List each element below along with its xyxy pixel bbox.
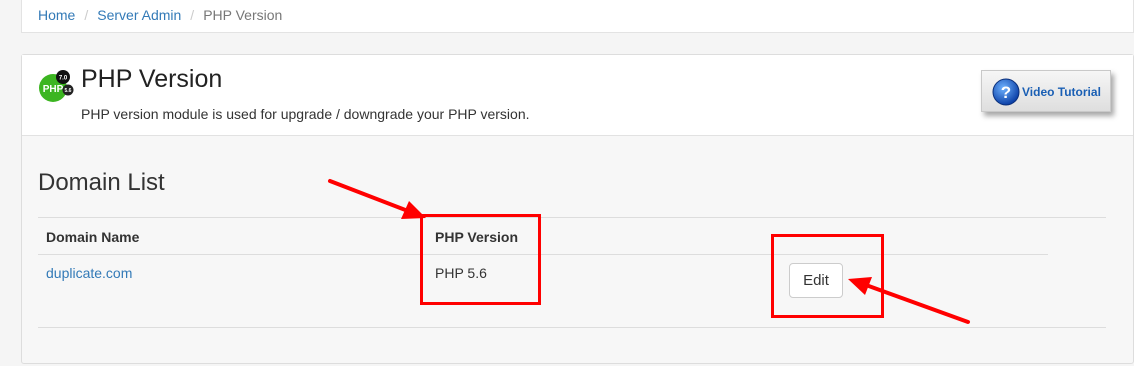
table-bottom-divider bbox=[38, 327, 1106, 328]
highlight-box-edit bbox=[771, 234, 884, 318]
php-version-panel: PHP 7.0 5.6 PHP Version PHP version modu… bbox=[21, 54, 1134, 364]
php-logo-icon: PHP 7.0 5.6 bbox=[39, 70, 74, 102]
column-header-domain-name: Domain Name bbox=[46, 229, 140, 245]
php-logo-text: PHP bbox=[43, 84, 64, 95]
page-description: PHP version module is used for upgrade /… bbox=[81, 106, 530, 122]
highlight-box-php-version bbox=[420, 214, 541, 305]
php-logo-badge-top: 7.0 bbox=[59, 76, 68, 82]
page-title: PHP Version bbox=[81, 65, 223, 93]
breadcrumb-separator: / bbox=[190, 7, 195, 23]
domain-list-title: Domain List bbox=[38, 169, 165, 196]
domain-link[interactable]: duplicate.com bbox=[46, 265, 132, 281]
table-divider bbox=[38, 217, 1106, 218]
breadcrumb-server-admin-link[interactable]: Server Admin bbox=[97, 7, 181, 23]
breadcrumb-home-link[interactable]: Home bbox=[38, 7, 75, 23]
breadcrumb: Home / Server Admin / PHP Version bbox=[21, 0, 1134, 33]
panel-header: PHP 7.0 5.6 PHP Version PHP version modu… bbox=[22, 55, 1133, 136]
question-icon: ? bbox=[992, 78, 1020, 106]
left-margin bbox=[0, 0, 20, 366]
breadcrumb-current: PHP Version bbox=[203, 7, 283, 23]
table-header-divider bbox=[38, 254, 1048, 255]
php-logo-badge-side: 5.6 bbox=[65, 88, 72, 94]
breadcrumb-separator: / bbox=[84, 7, 89, 23]
video-tutorial-button[interactable]: ? Video Tutorial bbox=[981, 70, 1111, 112]
video-tutorial-label: Video Tutorial bbox=[1022, 85, 1101, 99]
svg-text:?: ? bbox=[1001, 83, 1011, 102]
